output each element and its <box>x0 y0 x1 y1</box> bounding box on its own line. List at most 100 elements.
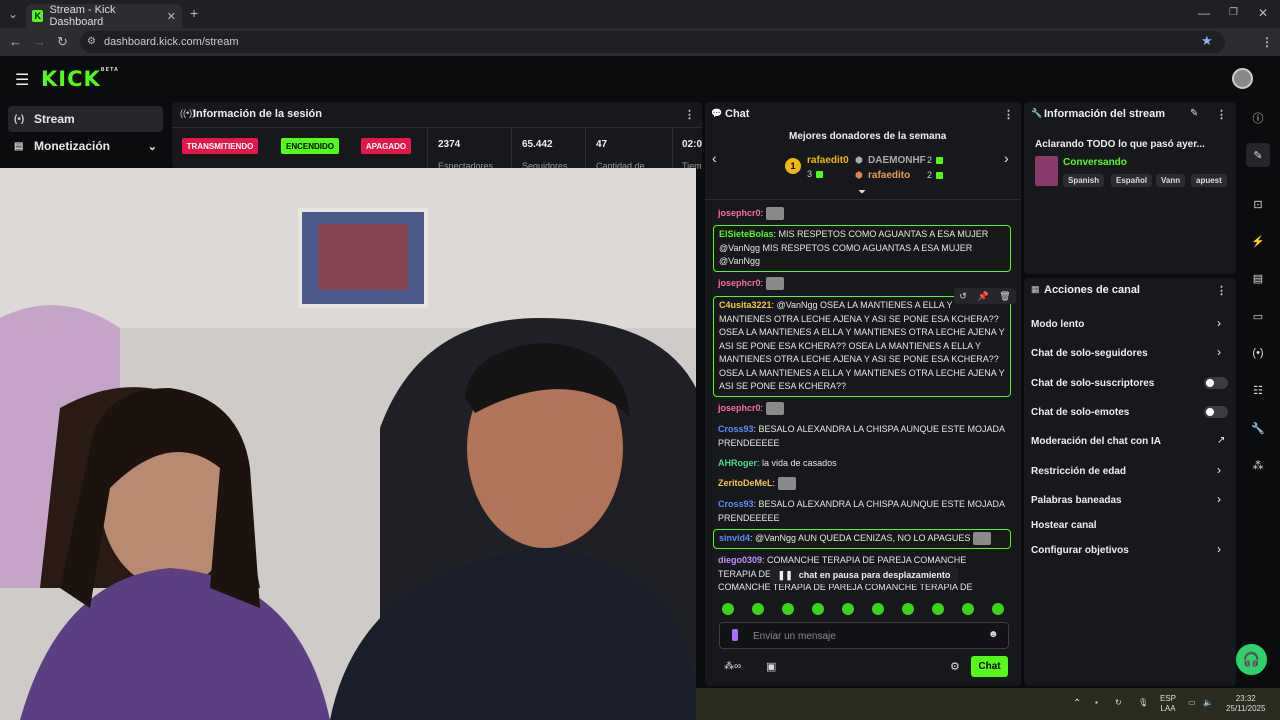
send-chat-button[interactable]: Chat <box>971 656 1008 677</box>
emote-icon[interactable] <box>782 603 794 615</box>
info-icon[interactable]: ⓘ <box>1246 106 1270 130</box>
emote-icon[interactable] <box>902 603 914 615</box>
tray-app-icon[interactable]: ▪ <box>1095 698 1098 707</box>
action-host-channel[interactable]: Hostear canal <box>1031 520 1097 531</box>
chevron-right-icon[interactable]: › <box>1217 345 1221 359</box>
emote-icon[interactable] <box>932 603 944 615</box>
quick-emotes-bar[interactable] <box>722 602 1022 616</box>
action-slow-mode[interactable]: Modo lento <box>1031 319 1084 330</box>
volume-icon[interactable]: 🔈 <box>1203 698 1213 707</box>
close-tab-icon[interactable]: ✕ <box>167 10 176 23</box>
action-configure-goals[interactable]: Configurar objetivos <box>1031 545 1129 556</box>
chat-username[interactable]: Cross93 <box>718 499 754 509</box>
tag-chip[interactable]: Español <box>1111 174 1153 187</box>
chat-username[interactable]: josephcr0 <box>718 208 761 218</box>
forward-icon[interactable]: → <box>33 35 46 49</box>
language-indicator[interactable]: ESP LAA <box>1160 694 1176 714</box>
emote-icon[interactable] <box>842 603 854 615</box>
emote-icon[interactable] <box>962 603 974 615</box>
emote-icon[interactable] <box>812 603 824 615</box>
avatar[interactable] <box>1232 68 1253 89</box>
chat-paused-banner[interactable]: ❚❚ chat en pausa para desplazamiento <box>770 566 958 584</box>
delete-icon[interactable]: 🗑 <box>999 291 1010 302</box>
chat-username[interactable]: josephcr0 <box>718 403 761 413</box>
microphone-icon[interactable]: 🎙 <box>1138 698 1148 707</box>
back-icon[interactable]: ← <box>9 35 22 49</box>
channel-actions-menu-icon[interactable]: ⋮ <box>1216 284 1227 297</box>
kick-logo[interactable]: KICKBETA <box>41 67 119 91</box>
chat-username[interactable]: josephcr0 <box>718 278 761 288</box>
chat-username[interactable]: sinvid4 <box>719 533 750 543</box>
maximize-icon[interactable]: ❐ <box>1229 6 1238 20</box>
tag-chip[interactable]: apuest <box>1191 174 1227 187</box>
emote-icon[interactable] <box>992 603 1004 615</box>
action-banned-words[interactable]: Palabras baneadas <box>1031 495 1122 506</box>
reply-icon[interactable]: ↺ <box>959 291 967 302</box>
bookmark-star-icon[interactable]: ★ <box>1201 34 1213 48</box>
emote-icon[interactable] <box>722 603 734 615</box>
edit-pencil-icon[interactable]: ✎ <box>1190 108 1198 119</box>
reload-icon[interactable]: ↻ <box>57 35 68 49</box>
new-tab-icon[interactable]: + <box>190 6 198 20</box>
tag-chip[interactable]: Spanish <box>1063 174 1105 187</box>
document-icon[interactable]: ▤ <box>1246 266 1270 290</box>
emote-icon[interactable] <box>752 603 764 615</box>
network-icon[interactable]: ▭ <box>1188 698 1196 707</box>
category-thumbnail[interactable] <box>1035 156 1058 186</box>
moderation-icon[interactable]: ⊡ <box>1246 192 1270 216</box>
broadcast-icon[interactable]: (•) <box>1246 341 1270 365</box>
subscribers-only-toggle[interactable] <box>1204 377 1228 389</box>
menu-icon[interactable]: ⋮ <box>1261 35 1273 49</box>
layout-icon[interactable]: ☷ <box>1246 378 1270 402</box>
address-bar[interactable]: ⚙ dashboard.kick.com/stream <box>80 31 1225 53</box>
tag-chip[interactable]: Vann <box>1156 174 1186 187</box>
action-followers-only[interactable]: Chat de solo-seguidores <box>1031 348 1148 359</box>
store-icon[interactable]: ▣ <box>766 660 776 673</box>
tray-app-icon[interactable]: ↻ <box>1115 698 1122 707</box>
clock[interactable]: 23:32 25/11/2025 <box>1226 694 1265 714</box>
category-name[interactable]: Conversando <box>1063 157 1127 168</box>
chevron-right-icon[interactable]: › <box>1217 542 1221 556</box>
emotes-only-toggle[interactable] <box>1204 406 1228 418</box>
pin-icon[interactable]: 📌 <box>977 291 988 302</box>
points-icon[interactable]: ⁂ <box>1246 453 1270 477</box>
external-link-icon[interactable]: ↗ <box>1217 435 1225 446</box>
chat-username[interactable]: C4usita3221 <box>719 300 772 310</box>
minimize-icon[interactable]: — <box>1198 6 1210 20</box>
support-headset-icon[interactable]: 🎧 <box>1236 644 1267 675</box>
emote-icon[interactable] <box>872 603 884 615</box>
chat-menu-icon[interactable]: ⋮ <box>1003 108 1014 121</box>
chat-username[interactable]: ZeritoDeMeL <box>718 478 773 488</box>
chevron-right-icon[interactable]: › <box>1004 150 1009 166</box>
bolt-icon[interactable]: ⚡ <box>1246 229 1270 253</box>
wrench-icon[interactable]: 🔧 <box>1246 416 1270 440</box>
action-ai-moderation[interactable]: Moderación del chat con IA <box>1031 436 1161 447</box>
emoji-icon[interactable]: ☻ <box>988 629 999 640</box>
settings-gear-icon[interactable]: ⚙ <box>950 660 960 673</box>
session-menu-icon[interactable]: ⋮ <box>684 108 695 121</box>
close-window-icon[interactable]: ✕ <box>1258 6 1268 20</box>
chat-username[interactable]: diego0309 <box>718 555 762 565</box>
chevron-left-icon[interactable]: ‹ <box>712 150 717 166</box>
chat-username[interactable]: AHRoger <box>718 458 757 468</box>
sidebar-item-monetizacion[interactable]: ▤ Monetización ⌄ <box>8 133 163 159</box>
chevron-right-icon[interactable]: › <box>1217 463 1221 477</box>
stream-info-menu-icon[interactable]: ⋮ <box>1216 108 1227 121</box>
edit-pencil-icon[interactable]: ✎ <box>1246 143 1270 167</box>
chat-username[interactable]: Cross93 <box>718 424 754 434</box>
chat-username[interactable]: ElSieteBolas <box>719 229 774 239</box>
chat-input[interactable]: Enviar un mensaje ☻ <box>719 622 1009 649</box>
tray-chevron-icon[interactable]: ⌃ <box>1073 698 1081 709</box>
hamburger-menu-icon[interactable]: ☰ <box>15 70 29 90</box>
tab-search-icon[interactable]: ⌄ <box>8 7 18 21</box>
action-age-restriction[interactable]: Restricción de edad <box>1031 466 1126 477</box>
site-info-icon[interactable]: ⚙ <box>87 35 96 49</box>
video-preview[interactable] <box>0 168 696 720</box>
browser-tab[interactable]: K Stream - Kick Dashboard ✕ <box>26 4 182 28</box>
chevron-right-icon[interactable]: › <box>1217 316 1221 330</box>
chevron-right-icon[interactable]: › <box>1217 492 1221 506</box>
points-icon[interactable]: ⁂∞ <box>724 661 741 672</box>
sidebar-item-stream[interactable]: (•) Stream <box>8 106 163 132</box>
collapse-icon[interactable]: ⏷ <box>858 187 866 198</box>
chat-icon[interactable]: ▭ <box>1246 304 1270 328</box>
